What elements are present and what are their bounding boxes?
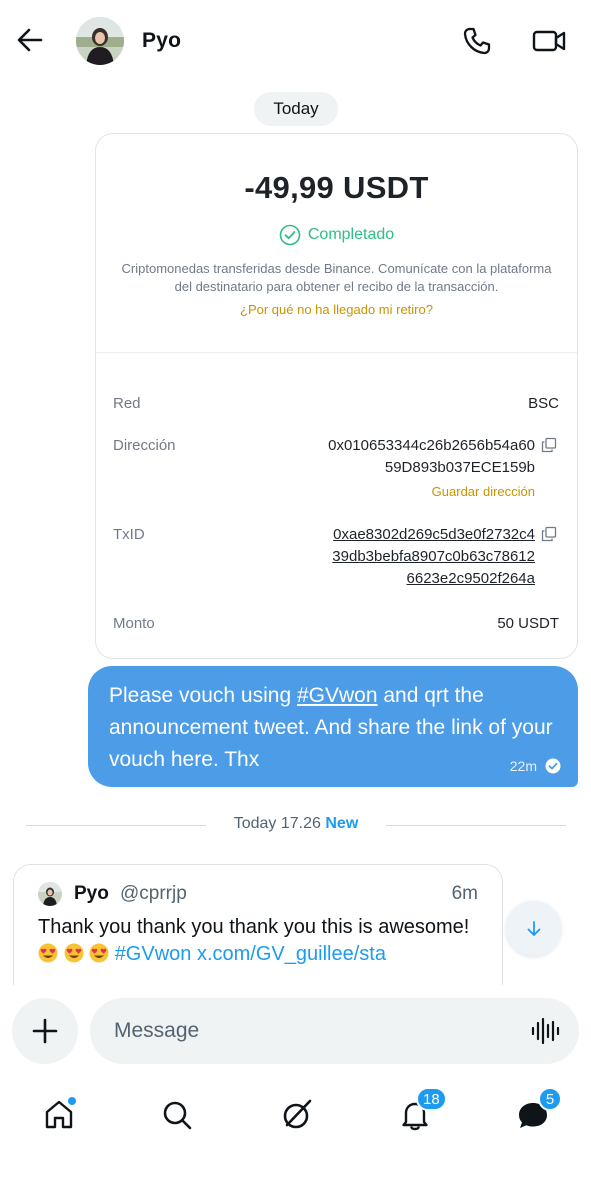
avatar-image — [76, 17, 124, 65]
video-camera-icon — [532, 30, 566, 52]
arrow-left-icon — [17, 28, 43, 52]
nav-messages[interactable]: 5 — [508, 1087, 562, 1140]
post-body: Thank you thank you thank you this is aw… — [38, 916, 470, 938]
avatar-image — [38, 882, 62, 906]
message-text: Please vouch using — [109, 684, 297, 707]
new-label: New — [325, 815, 359, 832]
search-icon — [163, 1101, 192, 1130]
transaction-amount: -49,99 USDT — [244, 170, 429, 205]
transaction-receipt-card: -49,99 USDT Completado Criptomonedas tra… — [95, 133, 578, 659]
audio-waveform-icon — [531, 1017, 560, 1045]
hashtag-link[interactable]: #GVwon — [115, 943, 192, 965]
bottom-navigation: 18 5 — [0, 1075, 591, 1200]
post-author-avatar[interactable] — [38, 882, 62, 906]
heart-eyes-emoji-icon — [89, 943, 109, 963]
contact-avatar[interactable] — [76, 17, 124, 65]
address-line: 0x010653344c26b2656b54a60 — [328, 437, 535, 454]
outgoing-message-text: Please vouch using #GVwon and qrt the an… — [109, 680, 564, 776]
voice-message-button[interactable] — [529, 1015, 561, 1047]
heart-eyes-emoji-icon — [64, 943, 84, 963]
seen-check-icon — [545, 758, 561, 774]
transaction-description: Criptomonedas transferidas desde Binance… — [121, 261, 552, 294]
nav-search[interactable] — [152, 1090, 202, 1140]
nav-home[interactable] — [34, 1090, 84, 1140]
address-label: Dirección — [113, 437, 176, 454]
check-circle-icon — [279, 224, 301, 246]
withdrawal-help-link[interactable]: ¿Por qué no ha llegado mi retiro? — [96, 302, 577, 317]
copy-address-icon[interactable] — [541, 437, 557, 453]
nav-grok[interactable] — [272, 1090, 322, 1140]
post-time: 6m — [451, 883, 478, 904]
arrow-down-icon — [527, 920, 540, 936]
network-label: Red — [113, 395, 141, 412]
voice-call-button[interactable] — [458, 22, 496, 60]
message-time: 22m — [509, 758, 537, 774]
contact-name[interactable]: Pyo — [142, 29, 181, 53]
status-label: Completado — [307, 226, 395, 243]
copy-txid-icon[interactable] — [541, 526, 557, 542]
txid-line[interactable]: 6623e2c9502f264a — [407, 570, 535, 587]
nav-notifications[interactable]: 18 — [390, 1087, 447, 1140]
phone-icon — [463, 27, 491, 55]
heart-eyes-emoji-icon — [38, 943, 58, 963]
transaction-status: Completado — [96, 224, 577, 246]
home-unread-dot — [67, 1096, 77, 1106]
messages-badge: 5 — [538, 1087, 562, 1111]
post-url-link[interactable]: x.com/GV_guillee/sta — [197, 943, 386, 965]
hashtag-link[interactable]: #GVwon — [297, 684, 378, 707]
conversation-header: Pyo — [0, 0, 591, 84]
post-text: Thank you thank you thank you this is aw… — [38, 914, 478, 968]
post-author-name[interactable]: Pyo — [74, 883, 109, 905]
network-value: BSC — [528, 395, 559, 412]
scroll-to-bottom-button[interactable] — [506, 901, 561, 956]
amount-label: Monto — [113, 615, 155, 632]
divider-label: Today 17.26 New — [26, 815, 566, 833]
new-messages-divider: Today 17.26 New — [26, 814, 566, 836]
outgoing-message-bubble[interactable]: Please vouch using #GVwon and qrt the an… — [88, 666, 578, 787]
plus-icon — [32, 1018, 58, 1044]
txid-line[interactable]: 39db3bebfa8907c0b63c78612 — [332, 548, 535, 565]
txid-label: TxID — [113, 526, 145, 543]
amount-value: 50 USDT — [497, 615, 559, 632]
message-input-container — [90, 998, 579, 1064]
notifications-badge: 18 — [416, 1087, 447, 1111]
video-call-button[interactable] — [528, 22, 570, 60]
txid-line[interactable]: 0xae8302d269c5d3e0f2732c4 — [333, 526, 535, 543]
back-button[interactable] — [12, 22, 48, 58]
date-divider: Today — [254, 92, 338, 126]
divider-time: Today 17.26 — [233, 815, 321, 832]
message-input[interactable] — [114, 1014, 514, 1048]
txid-value[interactable]: 0xae8302d269c5d3e0f2732c4 39db3bebfa8907… — [285, 524, 535, 590]
address-line: 59D893b037ECE159b — [384, 459, 535, 476]
grok-icon — [283, 1099, 312, 1129]
divider — [96, 352, 577, 353]
post-author-handle[interactable]: @cprrjp — [120, 883, 187, 905]
add-attachment-button[interactable] — [12, 998, 78, 1064]
shared-post-card[interactable]: Pyo @cprrjp 6m Thank you thank you thank… — [13, 864, 503, 1004]
message-meta: 22m — [510, 758, 561, 774]
address-value: 0x010653344c26b2656b54a60 59D893b037ECE1… — [285, 435, 535, 479]
save-address-link[interactable]: Guardar dirección — [432, 484, 535, 499]
